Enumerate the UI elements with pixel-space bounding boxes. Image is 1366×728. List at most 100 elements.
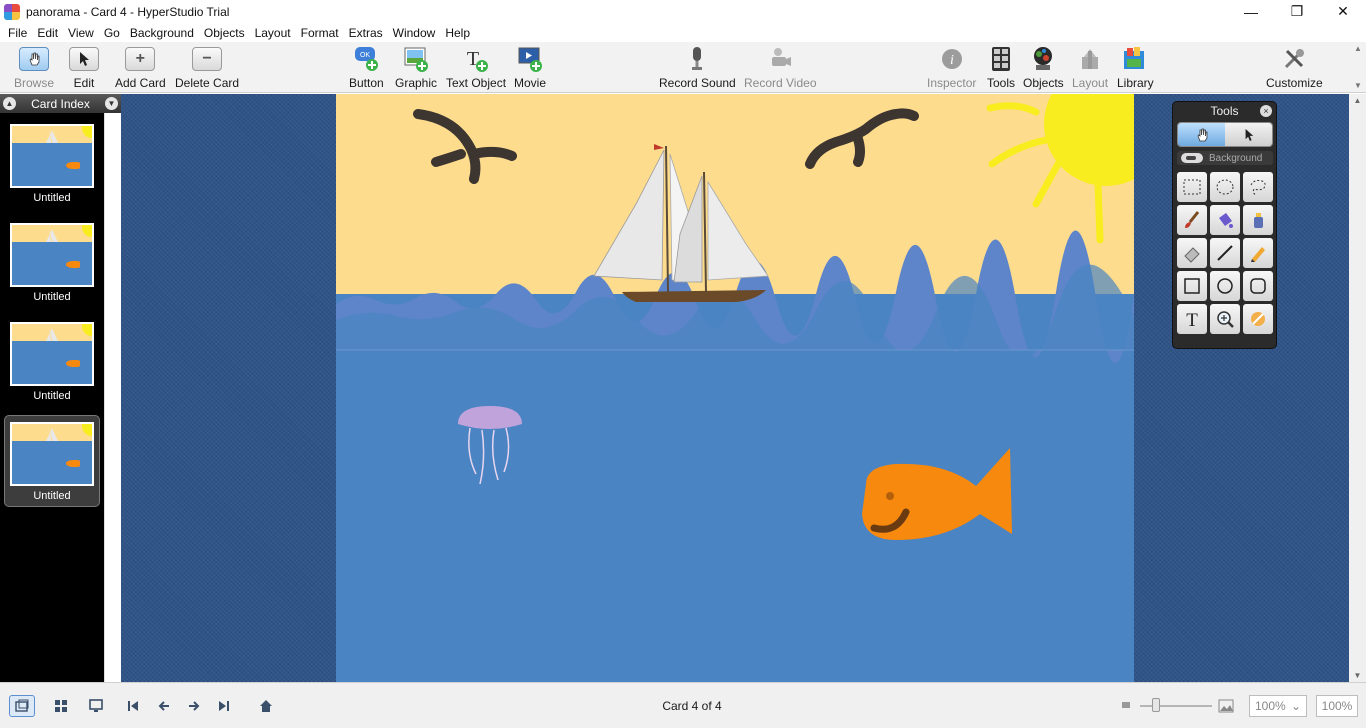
window-controls: — ❐ ✕ <box>1228 0 1366 23</box>
zoom-value-field[interactable]: 100% <box>1316 695 1358 717</box>
browse-mode-button[interactable] <box>1178 123 1225 146</box>
tool-grid: T <box>1177 172 1273 334</box>
last-card-button[interactable] <box>211 695 237 717</box>
card-index-scrollbar[interactable] <box>104 113 121 682</box>
zoom-slider-thumb[interactable] <box>1152 698 1160 712</box>
card-count: Card 4 of 4 <box>662 699 722 713</box>
library-button[interactable]: Library <box>1117 44 1154 90</box>
card-index-title: Card Index <box>31 96 90 111</box>
objects-button[interactable]: Objects <box>1023 44 1064 90</box>
paint-bucket-tool[interactable] <box>1210 205 1240 235</box>
hand-icon <box>19 47 49 71</box>
card-thumbnail-4[interactable]: Untitled <box>4 415 100 507</box>
present-view-button[interactable] <box>83 695 109 717</box>
scroll-down-icon[interactable]: ▼ <box>1354 671 1362 680</box>
zoom-out-image-icon[interactable] <box>1120 699 1132 711</box>
card-view-button[interactable] <box>9 695 35 717</box>
toolbar-scroll[interactable]: ▲ ▼ <box>1352 44 1364 90</box>
card-thumbnail-3[interactable]: Untitled <box>4 316 100 408</box>
workspace-vertical-scrollbar[interactable]: ▲ ▼ <box>1349 94 1366 682</box>
magnifier-icon <box>1217 311 1234 328</box>
menu-layout[interactable]: Layout <box>250 26 296 40</box>
bird-right <box>805 108 919 169</box>
button-object-icon: OK <box>350 44 382 74</box>
spray-tool[interactable] <box>1243 205 1273 235</box>
edit-button[interactable]: Edit <box>68 44 100 90</box>
minimize-button[interactable]: — <box>1228 0 1274 23</box>
zoom-select-value: 100% <box>1255 699 1286 713</box>
zoom-in-image-icon[interactable] <box>1218 698 1234 714</box>
grid-view-button[interactable] <box>48 695 74 717</box>
zoom-tool[interactable] <box>1210 304 1240 334</box>
previous-card-button[interactable] <box>151 695 177 717</box>
browse-button[interactable]: Browse <box>14 44 54 90</box>
spray-can-icon <box>1254 213 1263 228</box>
eraser-tool[interactable] <box>1177 238 1207 268</box>
background-toggle[interactable]: Background <box>1177 151 1273 165</box>
zoom-slider-track[interactable] <box>1140 705 1212 707</box>
menu-window[interactable]: Window <box>388 26 441 40</box>
menu-extras[interactable]: Extras <box>344 26 388 40</box>
edit-mode-button[interactable] <box>1225 123 1272 146</box>
rect-select-tool[interactable] <box>1177 172 1207 202</box>
record-video-button[interactable]: Record Video <box>744 44 817 90</box>
rounded-rectangle-tool[interactable] <box>1243 271 1273 301</box>
hand-icon <box>1197 128 1207 141</box>
line-tool[interactable] <box>1210 238 1240 268</box>
menu-help[interactable]: Help <box>440 26 475 40</box>
inspector-button[interactable]: i Inspector <box>927 44 976 90</box>
lasso-tool[interactable] <box>1243 172 1273 202</box>
card-artwork <box>336 94 1134 540</box>
oval-tool[interactable] <box>1210 271 1240 301</box>
sun <box>1044 94 1134 186</box>
tools-close-icon[interactable]: × <box>1260 105 1272 117</box>
menu-file[interactable]: File <box>3 26 32 40</box>
movie-button[interactable]: Movie <box>514 44 546 90</box>
text-object-icon: T <box>460 44 492 74</box>
menu-go[interactable]: Go <box>99 26 125 40</box>
toggle-switch-icon <box>1181 153 1203 163</box>
collapse-up-icon[interactable]: ▲ <box>3 97 16 110</box>
toolbar-scroll-up-icon[interactable]: ▲ <box>1354 44 1362 53</box>
pencil-tool[interactable] <box>1243 238 1273 268</box>
zoom-select[interactable]: 100% ⌄ <box>1249 695 1307 717</box>
tools-label: Tools <box>986 76 1015 90</box>
menu-objects[interactable]: Objects <box>199 26 250 40</box>
tools-button[interactable]: Tools <box>985 44 1017 90</box>
record-sound-button[interactable]: Record Sound <box>659 44 736 90</box>
home-button[interactable] <box>253 695 279 717</box>
menu-view[interactable]: View <box>63 26 99 40</box>
layout-icon <box>1074 44 1106 74</box>
scroll-up-icon[interactable]: ▲ <box>1354 96 1362 105</box>
new-button-button[interactable]: OK Button <box>349 44 384 90</box>
first-card-button[interactable] <box>120 695 146 717</box>
delete-card-button[interactable]: − Delete Card <box>175 44 239 90</box>
pencil-icon <box>1251 247 1265 262</box>
layout-button[interactable]: Layout <box>1072 44 1108 90</box>
close-button[interactable]: ✕ <box>1320 0 1366 23</box>
text-object-button[interactable]: T Text Object <box>446 44 506 90</box>
toolbar-scroll-down-icon[interactable]: ▼ <box>1354 81 1362 90</box>
graphic-button[interactable]: Graphic <box>395 44 437 90</box>
text-tool[interactable]: T <box>1177 304 1207 334</box>
oval-select-tool[interactable] <box>1210 172 1240 202</box>
add-card-button[interactable]: + Add Card <box>115 44 166 90</box>
rectangle-tool[interactable] <box>1177 271 1207 301</box>
menu-format[interactable]: Format <box>296 26 344 40</box>
card-thumbnail-1[interactable]: Untitled <box>4 118 100 210</box>
effects-tool[interactable] <box>1243 304 1273 334</box>
card-thumbnail-2[interactable]: Untitled <box>4 217 100 309</box>
customize-label: Customize <box>1266 76 1323 90</box>
oval-select-icon <box>1216 179 1234 195</box>
brush-tool[interactable] <box>1177 205 1207 235</box>
collapse-down-icon[interactable]: ▼ <box>104 97 118 110</box>
card-canvas[interactable] <box>336 94 1134 682</box>
menu-edit[interactable]: Edit <box>32 26 63 40</box>
next-card-button[interactable] <box>181 695 207 717</box>
menu-background[interactable]: Background <box>125 26 199 40</box>
tools-palette: Tools × Background T <box>1172 101 1277 349</box>
restore-button[interactable]: ❐ <box>1274 0 1320 23</box>
library-icon <box>1119 44 1151 74</box>
customize-button[interactable]: Customize <box>1266 44 1323 90</box>
arrow-right-icon <box>189 701 200 711</box>
